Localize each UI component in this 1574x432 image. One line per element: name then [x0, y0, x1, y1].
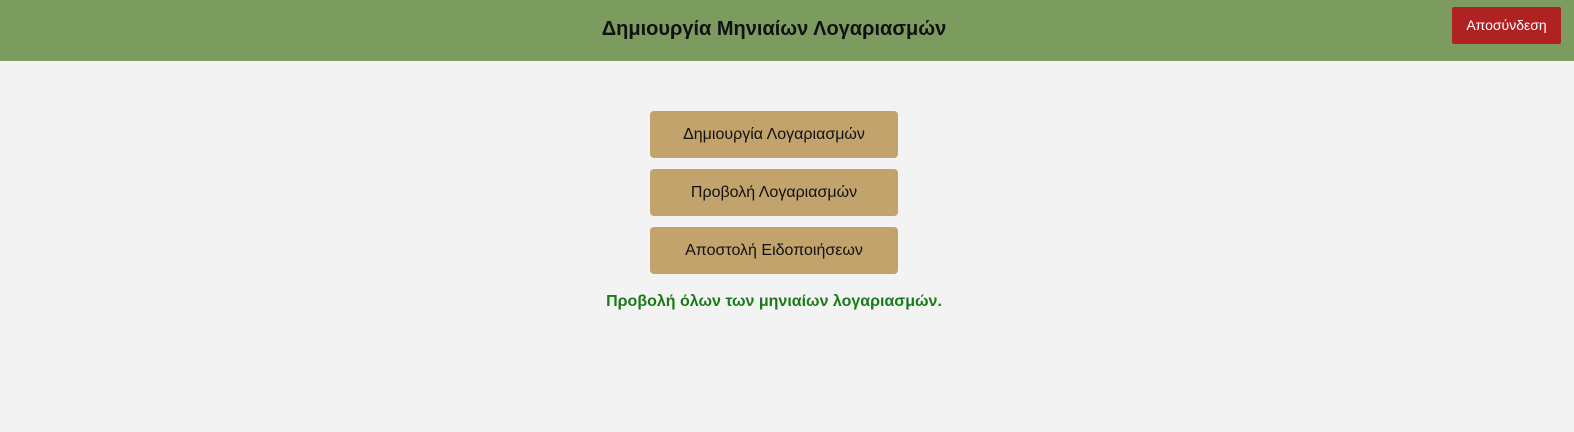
- view-bills-button[interactable]: Προβολή Λογαριασμών: [650, 169, 898, 216]
- send-notifications-button[interactable]: Αποστολή Ειδοποιήσεων: [650, 227, 898, 274]
- action-menu: Δημιουργία Λογαριασμών Προβολή Λογαριασμ…: [650, 111, 898, 285]
- create-bills-button[interactable]: Δημιουργία Λογαριασμών: [650, 111, 898, 158]
- page-title: Δημιουργία Μηνιαίων Λογαριασμών: [601, 18, 947, 40]
- logout-button[interactable]: Αποσύνδεση: [1452, 7, 1561, 44]
- status-message: Προβολή όλων των μηνιαίων λογαριασμών.: [606, 293, 942, 310]
- top-header-bar: Δημιουργία Μηνιαίων Λογαριασμών Αποσύνδε…: [0, 0, 1574, 61]
